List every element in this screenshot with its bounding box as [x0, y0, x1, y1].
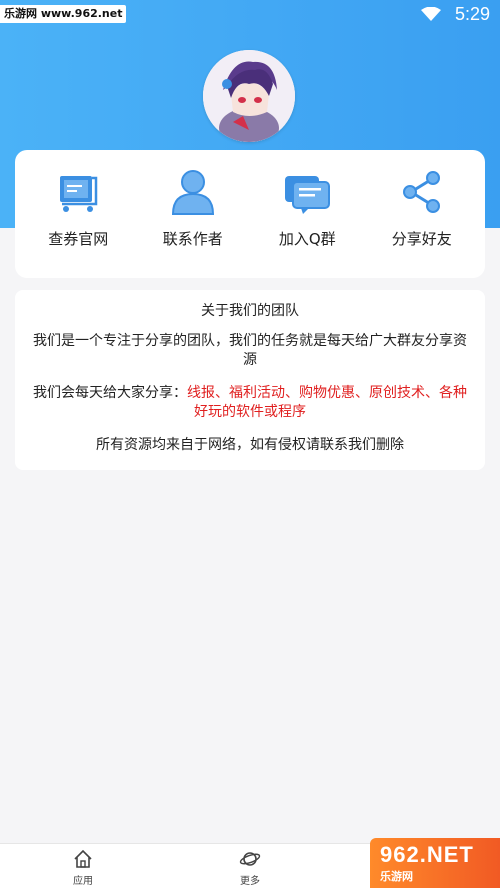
menu-label: 分享好友 — [391, 230, 452, 248]
wifi-icon — [420, 7, 441, 21]
home-icon — [74, 849, 92, 868]
avatar-image — [203, 50, 295, 142]
about-share: 我们会每天给大家分享：线报、福利活动、购物优惠、原创技术、各种好玩的软件或程序 — [15, 384, 485, 422]
share-items: 线报、福利活动、购物优惠、原创技术、各种好玩的软件或程序 — [187, 385, 467, 420]
menu-item-join-qq-group[interactable]: 加入Q群 — [252, 160, 362, 278]
site-watermark: 乐游网 www.962.net — [0, 5, 127, 23]
logo-line1: 962.NET — [380, 842, 474, 867]
nav-label: 应用 — [73, 876, 93, 887]
avatar[interactable] — [203, 50, 295, 142]
quick-menu: 查券官网 联系作者 加入Q群 分享好友 — [15, 150, 485, 278]
logo-line2: 乐游网 — [380, 871, 413, 883]
bottom-nav: 应用 更多 962.NET 乐游网 — [0, 838, 500, 888]
share-icon — [402, 171, 440, 213]
about-title: 关于我们的团队 — [201, 303, 299, 319]
site-logo: 962.NET 乐游网 — [370, 838, 500, 888]
person-icon — [171, 170, 214, 215]
menu-item-contact-author[interactable]: 联系作者 — [138, 160, 248, 278]
share-prefix: 我们会每天给大家分享： — [33, 385, 187, 401]
menu-label: 加入Q群 — [278, 230, 336, 248]
menu-item-share-friends[interactable]: 分享好友 — [367, 160, 477, 278]
cart-icon — [60, 176, 98, 212]
about-intro: 我们是一个专注于分享的团队，我们的任务就是每天给广大群友分享资源 — [33, 333, 467, 368]
menu-label: 查券官网 — [48, 230, 109, 248]
clock: 5:29 — [454, 3, 490, 24]
about-card: 关于我们的团队 我们是一个专注于分享的团队，我们的任务就是每天给广大群友分享资源… — [15, 290, 485, 470]
status-bar: 乐游网 www.962.net 5:29 — [0, 0, 500, 28]
nav-item-more[interactable]: 更多 — [230, 848, 270, 887]
menu-label: 联系作者 — [162, 230, 223, 248]
nav-item-apps[interactable]: 应用 — [63, 848, 103, 887]
planet-icon — [239, 852, 261, 866]
about-disclaimer: 所有资源均来自于网络，如有侵权请联系我们删除 — [96, 437, 404, 453]
menu-item-coupon-site[interactable]: 查券官网 — [23, 160, 133, 278]
chat-icon — [285, 176, 331, 214]
nav-label: 更多 — [240, 876, 260, 887]
